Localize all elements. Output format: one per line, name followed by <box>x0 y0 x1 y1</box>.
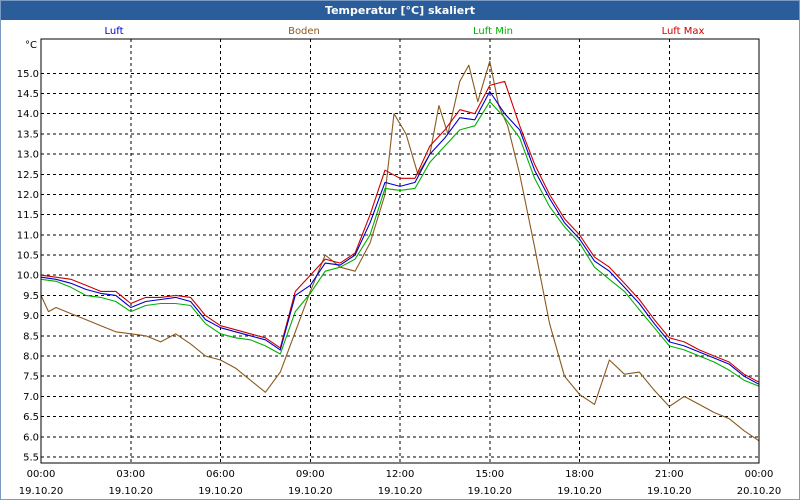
y-tick-label: 7.5 <box>23 372 39 383</box>
x-tick-time: 18:00 <box>565 469 594 480</box>
x-tick-date: 19.10.20 <box>108 486 153 497</box>
x-tick-date: 20.10.20 <box>737 486 782 497</box>
legend-item-boden: Boden <box>288 26 320 37</box>
grid <box>41 39 759 463</box>
y-tick-label: 8.0 <box>23 351 39 362</box>
legend: Luft Boden Luft Min Luft Max <box>105 26 705 37</box>
temperature-chart: 5.5 6.0 6.5 7.0 7.5 8.0 8.5 9.0 9.5 10.0 10.5 11.0 1… <box>17 26 782 497</box>
y-axis: 5.5 6.0 6.5 7.0 7.5 8.0 8.5 9.0 9.5 10.0 10.5 11.0 1… <box>17 40 39 463</box>
x-tick-time: 06:00 <box>206 469 235 480</box>
y-tick-label: 10.0 <box>17 271 39 282</box>
y-tick-label: 7.0 <box>23 392 39 403</box>
y-tick-label: 11.0 <box>17 230 39 241</box>
legend-item-luft-min: Luft Min <box>473 26 513 37</box>
legend-item-luft: Luft <box>105 26 124 37</box>
x-tick-time: 21:00 <box>655 469 684 480</box>
y-tick-label: 6.0 <box>23 432 39 443</box>
y-tick-label: 6.5 <box>23 412 39 423</box>
x-tick-date: 19.10.20 <box>467 486 512 497</box>
x-tick-time: 12:00 <box>386 469 415 480</box>
x-tick-date: 19.10.20 <box>198 486 243 497</box>
y-tick-label: 12.0 <box>17 190 39 201</box>
x-tick-time: 00:00 <box>27 469 56 480</box>
y-axis-unit: °C <box>25 40 37 51</box>
y-tick-label: 11.5 <box>17 210 39 221</box>
y-tick-label: 13.5 <box>17 129 39 140</box>
y-tick-label: 14.5 <box>17 89 39 100</box>
y-tick-label: 9.0 <box>23 311 39 322</box>
x-tick-time: 09:00 <box>296 469 325 480</box>
x-tick-date: 19.10.20 <box>19 486 64 497</box>
y-tick-label: 9.5 <box>23 291 39 302</box>
x-tick-date: 19.10.20 <box>557 486 602 497</box>
chart-window: Temperatur [°C] skaliert 5.5 6.0 6.5 7.0 7.5… <box>0 0 800 500</box>
y-tick-label: 5.5 <box>23 452 39 463</box>
legend-item-luft-max: Luft Max <box>662 26 705 37</box>
x-tick-date: 19.10.20 <box>378 486 423 497</box>
x-tick-date: 19.10.20 <box>647 486 692 497</box>
x-axis: 00:00 19.10.20 03:00 19.10.20 06:00 19.10.20 0… <box>19 469 782 497</box>
x-tick-time: 00:00 <box>745 469 774 480</box>
x-tick-time: 15:00 <box>475 469 504 480</box>
y-tick-label: 8.5 <box>23 331 39 342</box>
y-tick-label: 10.5 <box>17 251 39 262</box>
y-tick-label: 15.0 <box>17 69 39 80</box>
y-tick-label: 14.0 <box>17 109 39 120</box>
y-tick-label: 13.0 <box>17 150 39 161</box>
y-tick-label: 12.5 <box>17 170 39 181</box>
x-tick-time: 03:00 <box>116 469 145 480</box>
x-tick-date: 19.10.20 <box>288 486 333 497</box>
